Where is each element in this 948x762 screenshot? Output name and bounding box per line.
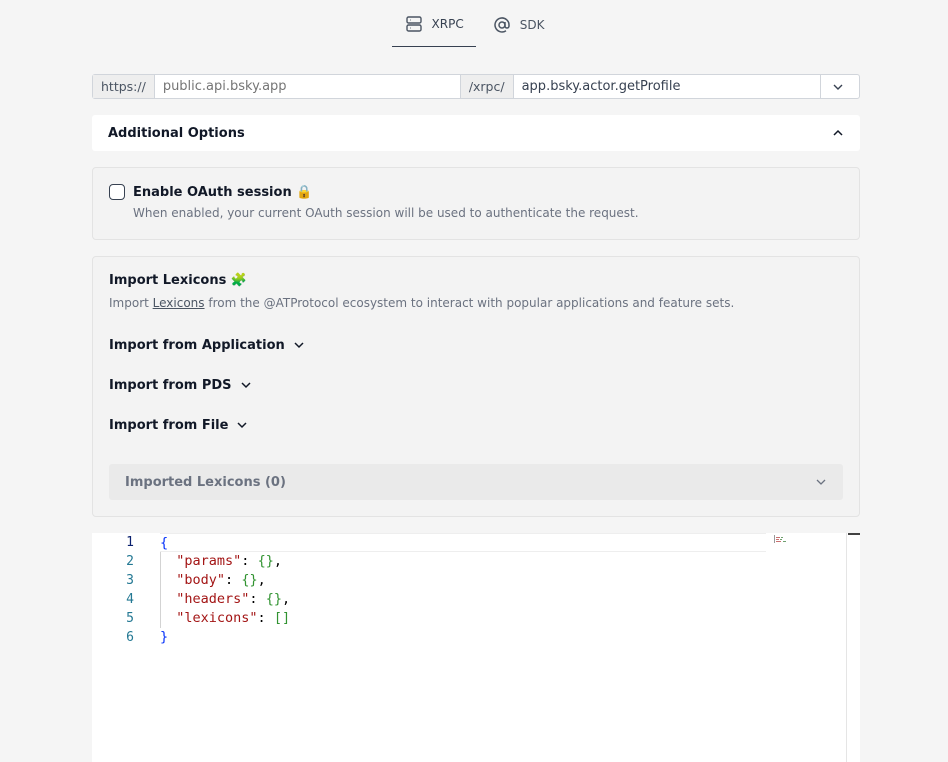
host-input[interactable] — [154, 75, 460, 98]
tab-xrpc-label: XRPC — [431, 17, 464, 31]
import-from-pds-label: Import from PDS — [109, 377, 232, 393]
scrollbar-thumb[interactable] — [848, 533, 860, 535]
indent-guide — [160, 552, 161, 628]
import-from-application[interactable]: Import from Application — [109, 335, 305, 355]
json-key: "params" — [176, 553, 242, 569]
lexicons-link[interactable]: Lexicons — [153, 296, 205, 310]
editor-scrollbar[interactable] — [846, 533, 860, 762]
imported-lexicons-accordion[interactable]: Imported Lexicons (0) — [109, 464, 843, 500]
import-from-pds[interactable]: Import from PDS — [109, 375, 252, 395]
at-sign-icon — [493, 16, 510, 33]
import-lexicons-description: Import Lexicons from the @ATProtocol eco… — [109, 296, 843, 310]
json-value: {} — [265, 591, 282, 607]
line-number: 3 — [126, 573, 134, 588]
import-from-file[interactable]: Import from File — [109, 415, 248, 435]
line-number: 6 — [126, 630, 134, 645]
oauth-label: Enable OAuth session 🔒 — [133, 184, 313, 200]
chevron-down-icon — [816, 479, 826, 485]
desc-after: from the @ATProtocol ecosystem to intera… — [204, 296, 735, 310]
desc-before: Import — [109, 296, 153, 310]
open-brace: { — [160, 535, 169, 551]
server-icon — [405, 16, 422, 32]
code-line: "headers": {}, — [176, 591, 291, 607]
additional-options-title: Additional Options — [108, 125, 245, 141]
code-line: "lexicons": [] — [176, 610, 291, 626]
oauth-description: When enabled, your current OAuth session… — [133, 206, 639, 220]
mode-tabs: XRPC SDK — [0, 6, 948, 47]
method-input[interactable] — [513, 75, 820, 98]
oauth-card: Enable OAuth session 🔒 When enabled, you… — [92, 167, 860, 240]
code-line: } — [160, 628, 766, 647]
line-number-gutter: 1 2 3 4 5 6 — [92, 533, 142, 647]
json-key: "lexicons" — [176, 610, 258, 626]
code-line: "body": {}, — [176, 572, 266, 588]
oauth-checkbox[interactable] — [109, 184, 125, 200]
import-from-file-label: Import from File — [109, 417, 229, 433]
line-number: 5 — [126, 611, 134, 626]
url-bar: https:// /xrpc/ — [92, 74, 860, 99]
json-value: {} — [241, 572, 258, 588]
line-number: 2 — [126, 554, 134, 569]
chevron-down-icon — [294, 342, 304, 349]
json-key: "headers" — [176, 591, 250, 607]
line-number: 4 — [126, 592, 134, 607]
json-value: [] — [273, 610, 291, 626]
import-lexicons-card: Import Lexicons 🧩 Import Lexicons from t… — [92, 256, 860, 517]
import-lexicons-title: Import Lexicons 🧩 — [109, 273, 248, 288]
code-area[interactable]: { "params": {}, "body": {}, "headers": {… — [160, 533, 766, 647]
code-line: "params": {}, — [176, 553, 282, 569]
additional-options-toggle[interactable]: Additional Options — [92, 115, 860, 151]
json-key: "body" — [176, 572, 226, 588]
tab-xrpc[interactable]: XRPC — [391, 6, 476, 47]
tab-sdk-label: SDK — [519, 17, 545, 32]
imported-lexicons-label: Imported Lexicons (0) — [125, 474, 286, 490]
xrpc-path-prefix: /xrpc/ — [459, 75, 514, 98]
json-value: {} — [257, 553, 274, 569]
chevron-down-icon — [833, 84, 843, 90]
chevron-down-icon — [237, 422, 247, 429]
import-from-application-label: Import from Application — [109, 337, 285, 353]
close-brace: } — [160, 629, 169, 645]
scheme-prefix: https:// — [93, 75, 155, 98]
chevron-down-icon — [241, 382, 251, 389]
minimap-preview[interactable] — [774, 535, 792, 543]
json-editor[interactable]: 1 2 3 4 5 6 { "params": {}, "body": {}, … — [92, 533, 860, 762]
line-number: 1 — [126, 535, 134, 550]
method-dropdown-button[interactable] — [819, 75, 855, 98]
code-line: { — [160, 533, 766, 552]
chevron-up-icon — [833, 129, 843, 136]
tab-sdk[interactable]: SDK — [480, 6, 557, 47]
